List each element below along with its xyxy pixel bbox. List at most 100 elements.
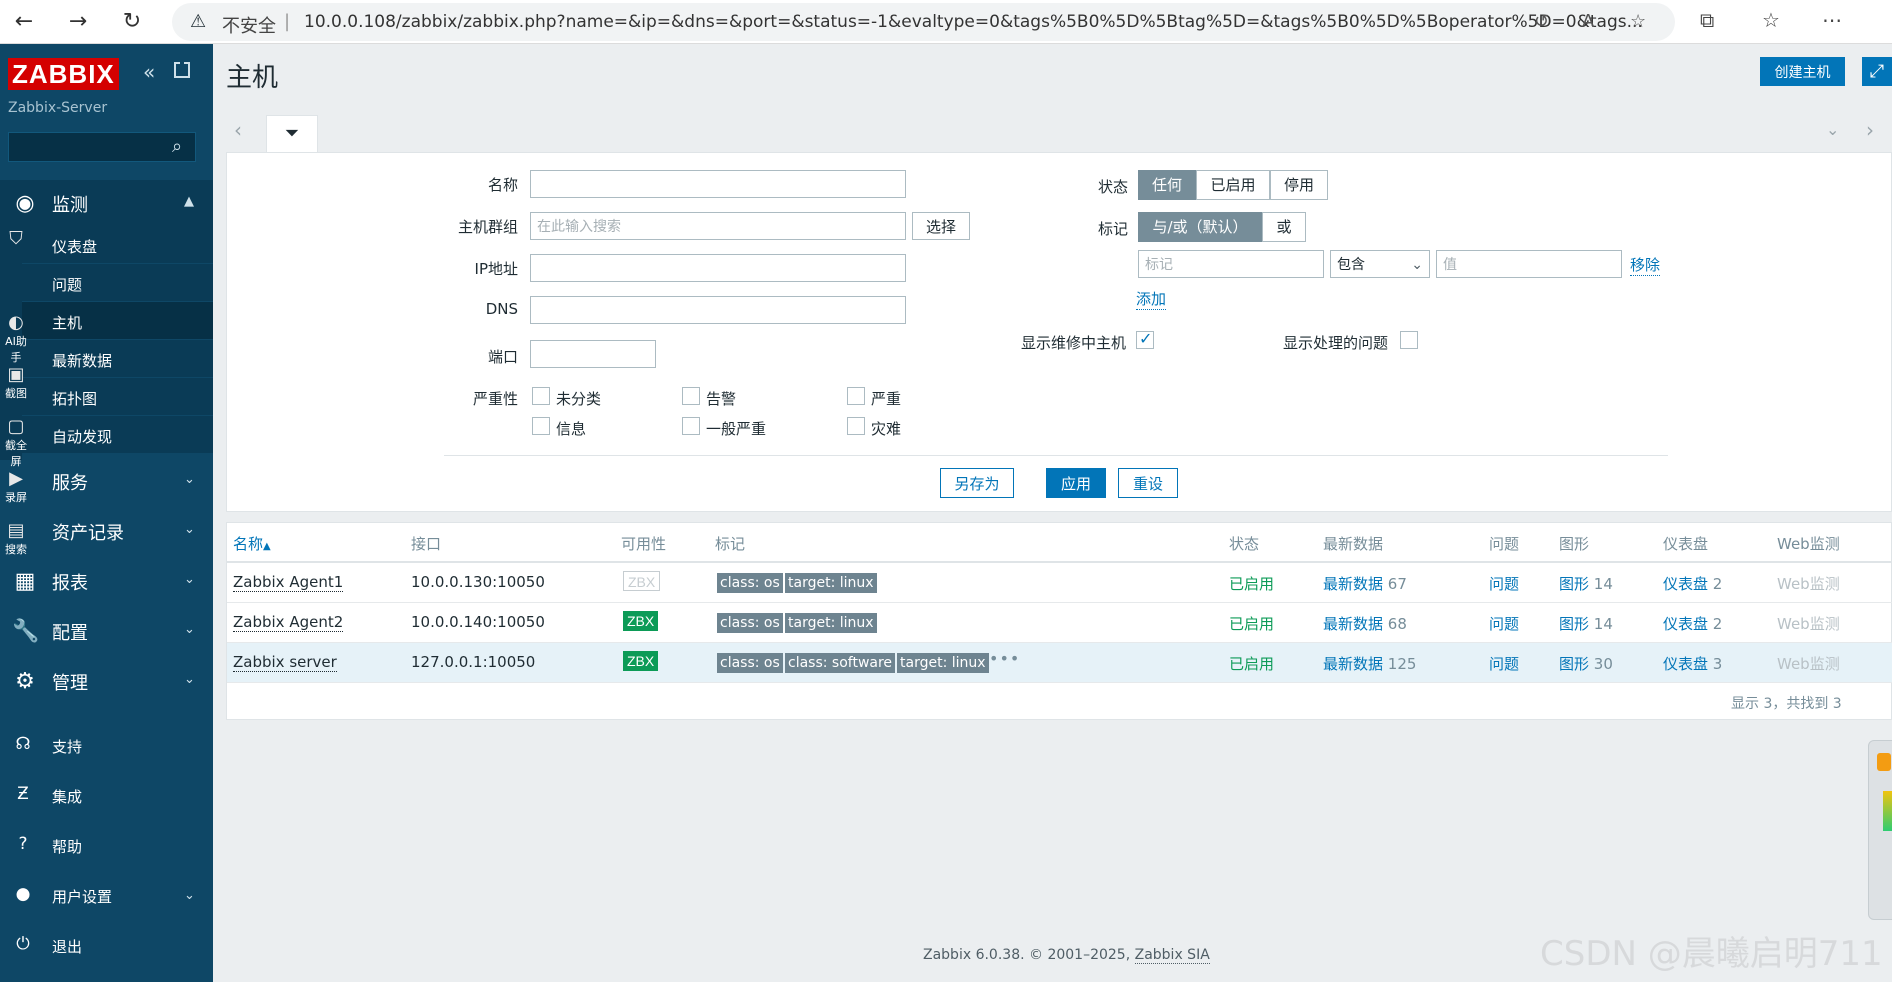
tags-and-or-option[interactable]: 与/或（默认） <box>1138 212 1262 242</box>
severity-not-classified-checkbox[interactable] <box>532 387 550 405</box>
ip-input[interactable] <box>530 254 906 282</box>
favorite-star-icon[interactable]: ☆ <box>1630 11 1646 32</box>
status-cell[interactable]: 已启用 <box>1229 573 1274 594</box>
tag-value-input[interactable] <box>1436 250 1622 278</box>
graphs-link[interactable]: 图形 <box>1559 615 1589 633</box>
dashboards-cell[interactable]: 仪表盘 2 <box>1663 613 1722 634</box>
severity-information-checkbox[interactable] <box>532 417 550 435</box>
graphs-link[interactable]: 图形 <box>1559 575 1589 593</box>
tag-badge[interactable]: class: os <box>717 613 783 633</box>
search-icon[interactable]: ⌕ <box>172 136 182 157</box>
latest-data-link[interactable]: 最新数据 <box>1323 655 1383 673</box>
latest-data-link[interactable]: 最新数据 <box>1323 615 1383 633</box>
severity-disaster-checkbox[interactable] <box>847 417 865 435</box>
apply-button[interactable]: 应用 <box>1046 468 1106 498</box>
host-groups-input[interactable] <box>530 212 906 240</box>
tag-badge[interactable]: target: linux <box>897 653 989 673</box>
menu-help[interactable]: ? 帮助 <box>0 826 213 866</box>
availability-badge[interactable]: ZBX <box>623 651 659 671</box>
status-cell[interactable]: 已启用 <box>1229 653 1274 674</box>
host-name-cell[interactable]: Zabbix Agent2 <box>233 613 344 632</box>
sidebar-item-hosts[interactable]: 主机 <box>22 302 213 340</box>
sidebar-item-discovery[interactable]: 自动发现 <box>22 416 213 454</box>
extensions-icon[interactable]: ⧉ <box>1700 8 1714 32</box>
sidebar-item-dashboards[interactable]: 仪表盘 <box>22 226 213 264</box>
kiosk-mode-icon[interactable] <box>174 62 190 78</box>
latest-data-cell[interactable]: 最新数据 68 <box>1323 613 1407 634</box>
graphs-cell[interactable]: 图形 14 <box>1559 573 1613 594</box>
tag-operator-select[interactable]: 包含 ⌄ <box>1330 250 1430 278</box>
severity-warning-checkbox[interactable] <box>682 387 700 405</box>
dashboards-link[interactable]: 仪表盘 <box>1663 655 1708 673</box>
availability-badge[interactable]: ZBX <box>623 611 659 631</box>
chevron-left-icon[interactable]: ‹ <box>234 118 242 142</box>
overlay-ai-assistant[interactable]: ◐ AI助手 <box>0 312 32 365</box>
menu-support[interactable]: ☊ 支持 <box>0 726 213 766</box>
graphs-link[interactable]: 图形 <box>1559 655 1589 673</box>
host-name-cell[interactable]: Zabbix server <box>233 653 337 672</box>
host-name-link[interactable]: Zabbix server <box>233 653 337 672</box>
tag-badge[interactable]: class: software <box>785 653 896 673</box>
sidebar-search-input[interactable] <box>8 132 196 162</box>
host-name-link[interactable]: Zabbix Agent1 <box>233 573 344 592</box>
menu-administration[interactable]: ⚙ 管理 ⌄ <box>0 658 213 704</box>
url-text[interactable]: 10.0.0.108/zabbix/zabbix.php?name=&ip=&d… <box>304 12 1644 32</box>
severity-high-checkbox[interactable] <box>847 387 865 405</box>
warning-icon[interactable]: ⚠ <box>190 11 206 32</box>
graphs-cell[interactable]: 图形 14 <box>1559 613 1613 634</box>
chevron-right-icon[interactable]: › <box>1866 118 1874 142</box>
dns-input[interactable] <box>530 296 906 324</box>
show-suppressed-checkbox[interactable] <box>1400 331 1418 349</box>
severity-average-checkbox[interactable] <box>682 417 700 435</box>
reload-icon[interactable]: ↻ <box>116 6 148 38</box>
tag-badge[interactable]: target: linux <box>785 613 877 633</box>
problems-link[interactable]: 问题 <box>1489 613 1519 634</box>
sidebar-item-latest-data[interactable]: 最新数据 <box>22 340 213 378</box>
status-any-option[interactable]: 任何 <box>1138 170 1196 200</box>
availability-badge[interactable]: ZBX <box>623 571 661 591</box>
show-maintenance-checkbox[interactable] <box>1136 329 1154 349</box>
side-widget[interactable] <box>1868 740 1892 920</box>
problems-link[interactable]: 问题 <box>1489 653 1519 674</box>
remove-tag-link[interactable]: 移除 <box>1630 254 1661 276</box>
company-link[interactable]: Zabbix SIA <box>1134 947 1210 964</box>
fullscreen-icon[interactable]: ⤢ <box>1862 57 1892 86</box>
host-name-cell[interactable]: Zabbix Agent1 <box>233 573 344 592</box>
name-input[interactable] <box>530 170 906 198</box>
problems-link[interactable]: 问题 <box>1489 573 1519 594</box>
menu-dots-icon[interactable]: ⋯ <box>1822 8 1842 32</box>
menu-user-settings[interactable]: ● 用户设置 ⌄ <box>0 876 213 916</box>
tag-badge[interactable]: target: linux <box>785 573 877 593</box>
security-label[interactable]: 不安全 <box>222 12 276 38</box>
overlay-search[interactable]: ▤ 搜索 <box>0 520 32 557</box>
dashboards-link[interactable]: 仪表盘 <box>1663 615 1708 633</box>
refresh-page-icon[interactable]: ↺ <box>1534 11 1549 32</box>
save-as-button[interactable]: 另存为 <box>940 468 1014 498</box>
tag-badge[interactable]: class: os <box>717 653 783 673</box>
more-tags-icon[interactable]: ••• <box>989 649 1020 668</box>
overlay-record[interactable]: ▶ 录屏 <box>0 468 32 505</box>
tags-or-option[interactable]: 或 <box>1262 212 1306 242</box>
chevron-down-icon[interactable]: ⌄ <box>1826 120 1839 139</box>
status-enabled-option[interactable]: 已启用 <box>1196 170 1270 200</box>
reset-button[interactable]: 重设 <box>1118 468 1178 498</box>
dashboards-link[interactable]: 仪表盘 <box>1663 575 1708 593</box>
zabbix-logo[interactable]: ZABBIX <box>8 58 119 90</box>
port-input[interactable] <box>530 340 656 368</box>
add-tag-link[interactable]: 添加 <box>1136 288 1167 310</box>
tag-name-input[interactable] <box>1138 250 1324 278</box>
read-aloud-icon[interactable]: A <box>1582 11 1594 32</box>
dashboards-cell[interactable]: 仪表盘 3 <box>1663 653 1722 674</box>
address-bar[interactable]: ⚠ 不安全 | 10.0.0.108/zabbix/zabbix.php?nam… <box>172 3 1675 41</box>
menu-logout[interactable]: ⏻ 退出 <box>0 926 213 966</box>
menu-integrations[interactable]: Ƶ 集成 <box>0 776 213 816</box>
filter-icon[interactable]: ⏷ <box>266 115 318 153</box>
menu-reports[interactable]: ▦ 报表 ⌄ <box>0 558 213 604</box>
dashboards-cell[interactable]: 仪表盘 2 <box>1663 573 1722 594</box>
overlay-screenshot[interactable]: ▣ 截图 <box>0 364 32 401</box>
back-icon[interactable]: ← <box>8 6 40 38</box>
overlay-fullscreen-shot[interactable]: ▢ 截全屏 <box>0 416 32 469</box>
sidebar-item-maps[interactable]: 拓扑图 <box>22 378 213 416</box>
menu-monitoring[interactable]: ◉ 监测 ▲ <box>0 180 213 226</box>
menu-configuration[interactable]: 🔧 配置 ⌄ <box>0 608 213 654</box>
